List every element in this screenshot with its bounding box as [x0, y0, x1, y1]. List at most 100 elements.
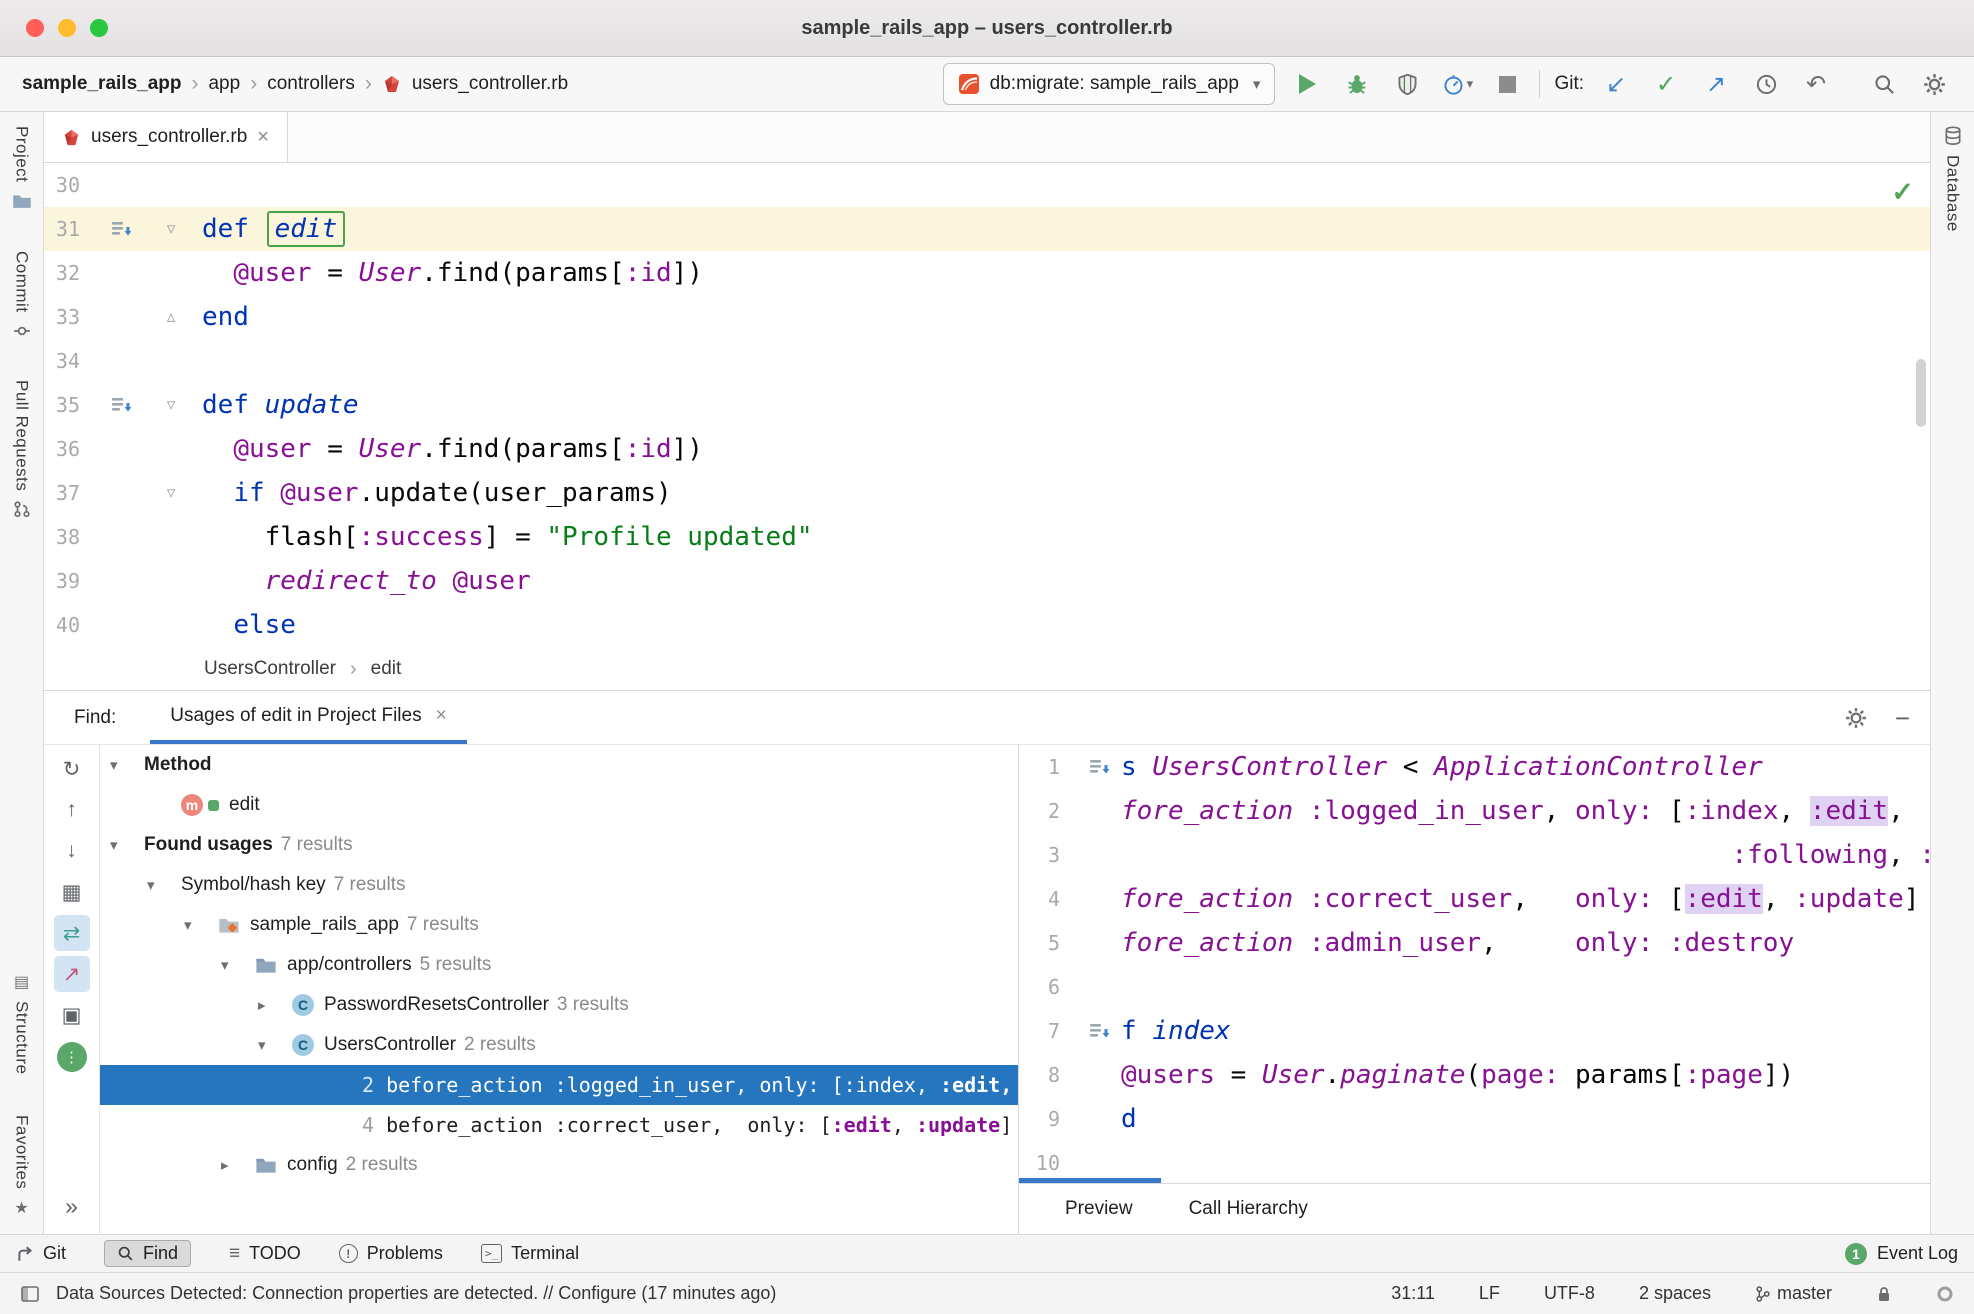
breadcrumb-project[interactable]: sample_rails_app	[22, 73, 181, 95]
git-branch[interactable]: master	[1755, 1283, 1832, 1304]
more-options-icon[interactable]: »	[54, 1188, 90, 1224]
rerun-find-icon[interactable]: ↻	[54, 751, 90, 787]
preview-usages-icon[interactable]: ▣	[54, 997, 90, 1033]
fold-marker-icon[interactable]: ▿	[156, 219, 186, 239]
hide-panel-button[interactable]: −	[1895, 705, 1910, 731]
line-number: 37	[55, 481, 80, 505]
lock-icon[interactable]	[1876, 1285, 1892, 1303]
tab-preview[interactable]: Preview	[1065, 1198, 1133, 1220]
tree-node-found-usages[interactable]: ▾ Found usages 7 results	[100, 825, 1018, 865]
expand-all-icon[interactable]: ⇄	[53, 915, 90, 951]
chevron-down-icon[interactable]: ▾	[221, 956, 255, 974]
close-icon[interactable]: ×	[436, 705, 447, 727]
fold-marker-icon[interactable]: ▿	[156, 395, 186, 415]
line-number: 39	[55, 569, 80, 593]
usage-result-line2[interactable]: 2 before_action :logged_in_user, only: […	[100, 1065, 1018, 1105]
search-everywhere-button[interactable]	[1866, 66, 1902, 102]
stop-button[interactable]	[1489, 66, 1525, 102]
tool-button-terminal[interactable]: >_ Terminal	[480, 1243, 579, 1264]
rails-action-gutter-icon[interactable]	[106, 390, 136, 420]
caret-position[interactable]: 31:11	[1391, 1283, 1435, 1304]
group-by-icon[interactable]: ▦	[54, 874, 90, 910]
tree-row-label: 2 before_action :logged_in_user, only: […	[362, 1072, 1013, 1097]
tool-button-event-log[interactable]: 1 Event Log	[1844, 1242, 1958, 1265]
line-number: 35	[55, 393, 80, 417]
indent-setting[interactable]: 2 spaces	[1639, 1283, 1711, 1304]
tab-call-hierarchy[interactable]: Call Hierarchy	[1189, 1198, 1308, 1220]
file-encoding[interactable]: UTF-8	[1544, 1283, 1595, 1304]
chevron-down-icon[interactable]: ▾	[110, 836, 144, 854]
run-configuration-select[interactable]: db:migrate: sample_rails_app ▾	[942, 63, 1276, 105]
tree-node-edit-method[interactable]: m edit	[100, 785, 1018, 825]
tree-node-method[interactable]: ▾ Method	[100, 745, 1018, 785]
tool-button-pull-requests[interactable]: Pull Requests	[12, 380, 32, 518]
settings-button[interactable]	[1916, 66, 1952, 102]
gutter-space	[106, 522, 136, 552]
previous-occurrence-icon[interactable]: ↑	[54, 792, 90, 828]
tool-label: Commit	[12, 251, 32, 313]
star-icon: ★	[14, 1200, 29, 1217]
fold-marker-icon[interactable]: ▿	[156, 483, 186, 503]
tool-button-label: Find	[143, 1243, 179, 1263]
chevron-down-icon[interactable]: ▾	[258, 1036, 292, 1054]
fold-marker-icon[interactable]: ▵	[156, 307, 186, 327]
close-icon[interactable]: ×	[257, 126, 269, 149]
tab-users-controller[interactable]: users_controller.rb ×	[44, 112, 288, 162]
rollback-button[interactable]: ↶	[1798, 66, 1834, 102]
debug-button[interactable]	[1339, 66, 1375, 102]
autoscroll-to-source-icon[interactable]: ↗	[53, 956, 90, 992]
editor-scrollbar[interactable]	[1916, 359, 1926, 427]
usage-result-line4[interactable]: 4 before_action :correct_user, only: [:e…	[100, 1105, 1018, 1145]
settings-gear-icon[interactable]	[1845, 707, 1867, 729]
chevron-down-icon[interactable]: ▾	[184, 916, 218, 934]
tool-button-find[interactable]: Find	[104, 1240, 192, 1267]
toolwindow-toggle-icon[interactable]	[20, 1284, 40, 1304]
coverage-button[interactable]	[1389, 66, 1425, 102]
preview-h-scrollbar[interactable]	[1019, 1178, 1161, 1183]
code-editor[interactable]: 30 31 ▿ def edit 32 @user = User.find(params…	[44, 163, 1930, 648]
tree-node-sample-rails-app[interactable]: ▾ sample_rails_app 7 results	[100, 905, 1018, 945]
tool-button-commit[interactable]: Commit	[12, 251, 32, 340]
tool-button-database[interactable]: Database	[1943, 126, 1963, 232]
tree-node-users-controller[interactable]: ▾ C UsersController 2 results	[100, 1025, 1018, 1065]
tree-node-app-controllers[interactable]: ▾ app/controllers 5 results	[100, 945, 1018, 985]
commit-button[interactable]: ✓	[1648, 66, 1684, 102]
breadcrumb-class[interactable]: UsersController	[204, 658, 336, 680]
tool-button-project[interactable]: Project	[12, 126, 32, 211]
run-button[interactable]	[1289, 66, 1325, 102]
breadcrumb-file[interactable]: users_controller.rb	[412, 73, 568, 95]
chevron-right-icon[interactable]: ▸	[258, 996, 292, 1014]
tree-node-config[interactable]: ▸ config 2 results	[100, 1145, 1018, 1185]
line-separator[interactable]: LF	[1479, 1283, 1500, 1304]
breadcrumb-controllers[interactable]: controllers	[267, 73, 355, 95]
zoom-window-button[interactable]	[90, 19, 108, 37]
chevron-right-icon[interactable]: ▸	[221, 1156, 255, 1174]
update-project-button[interactable]: ↙	[1598, 66, 1634, 102]
rails-action-gutter-icon[interactable]	[1084, 752, 1114, 782]
tool-button-problems[interactable]: ! Problems	[338, 1243, 443, 1264]
tool-button-git[interactable]: Git	[16, 1243, 66, 1264]
find-results-tab[interactable]: Usages of edit in Project Files ×	[150, 691, 467, 744]
history-button[interactable]	[1748, 66, 1784, 102]
toolbar-separator	[1539, 70, 1541, 98]
tree-node-password-resets-controller[interactable]: ▸ C PasswordResetsController 3 results	[100, 985, 1018, 1025]
tree-node-symbol-hash-key[interactable]: ▾ Symbol/hash key 7 results	[100, 865, 1018, 905]
rails-action-gutter-icon[interactable]	[1084, 1016, 1114, 1046]
tool-button-todo[interactable]: ≡ TODO	[229, 1243, 301, 1265]
next-occurrence-icon[interactable]: ↓	[54, 833, 90, 869]
status-bar: Data Sources Detected: Connection proper…	[0, 1272, 1974, 1314]
breadcrumb-app[interactable]: app	[208, 73, 240, 95]
pin-results-icon[interactable]: ⋮	[56, 1042, 87, 1072]
minimize-window-button[interactable]	[58, 19, 76, 37]
rails-action-gutter-icon[interactable]	[106, 214, 136, 244]
status-message[interactable]: Data Sources Detected: Connection proper…	[56, 1283, 776, 1304]
code-text: s UsersController < ApplicationControlle…	[1121, 752, 1763, 782]
profiler-button[interactable]: ▾	[1439, 66, 1475, 102]
breadcrumb-method[interactable]: edit	[371, 658, 402, 680]
chevron-down-icon[interactable]: ▾	[147, 876, 181, 894]
push-button[interactable]: ↗	[1698, 66, 1734, 102]
tool-button-structure[interactable]: ▤ Structure	[12, 972, 32, 1074]
tool-button-favorites[interactable]: Favorites ★	[12, 1115, 32, 1218]
chevron-down-icon[interactable]: ▾	[110, 756, 144, 774]
close-window-button[interactable]	[26, 19, 44, 37]
